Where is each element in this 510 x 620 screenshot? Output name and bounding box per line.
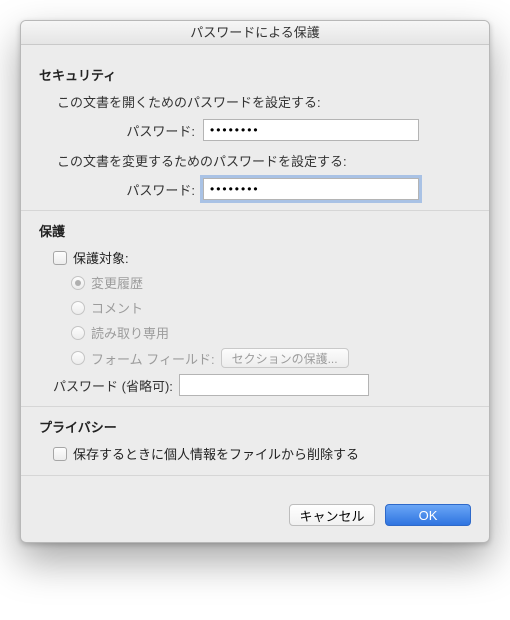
- modify-password-description: この文書を変更するためのパスワードを設定する:: [57, 151, 471, 170]
- modify-password-input[interactable]: [203, 178, 419, 200]
- dialog-content: セキュリティ この文書を開くためのパスワードを設定する: パスワード: この文書…: [21, 45, 489, 500]
- radio-readonly-label: 読み取り専用: [91, 323, 169, 342]
- radio-readonly-row: 読み取り専用: [71, 323, 471, 342]
- protect-target-checkbox[interactable]: [53, 251, 67, 265]
- divider: [21, 210, 489, 211]
- radio-comments-row: コメント: [71, 298, 471, 317]
- window-title: パスワードによる保護: [21, 21, 489, 45]
- radio-formfields-label: フォーム フィールド:: [91, 349, 215, 368]
- security-heading: セキュリティ: [39, 65, 471, 84]
- divider: [21, 406, 489, 407]
- radio-readonly: [71, 326, 85, 340]
- divider: [21, 475, 489, 476]
- radio-revisions-label: 変更履歴: [91, 273, 143, 292]
- remove-personal-row[interactable]: 保存するときに個人情報をファイルから削除する: [53, 444, 471, 463]
- open-password-input[interactable]: [203, 119, 419, 141]
- radio-revisions-row: 変更履歴: [71, 273, 471, 292]
- remove-personal-label: 保存するときに個人情報をファイルから削除する: [73, 444, 359, 463]
- dialog-window: パスワードによる保護 セキュリティ この文書を開くためのパスワードを設定する: …: [20, 20, 490, 543]
- open-password-label: パスワード:: [39, 121, 203, 140]
- open-password-row: パスワード:: [39, 119, 471, 141]
- radio-formfields-row: フォーム フィールド: セクションの保護...: [71, 348, 471, 368]
- optional-password-label: パスワード (省略可):: [53, 376, 179, 395]
- protect-target-label: 保護対象:: [73, 248, 129, 267]
- remove-personal-checkbox[interactable]: [53, 447, 67, 461]
- radio-revisions: [71, 276, 85, 290]
- ok-button[interactable]: OK: [385, 504, 471, 526]
- sections-protect-button: セクションの保護...: [221, 348, 349, 368]
- radio-comments: [71, 301, 85, 315]
- modify-password-label: パスワード:: [39, 180, 203, 199]
- cancel-button[interactable]: キャンセル: [289, 504, 375, 526]
- optional-password-input: [179, 374, 369, 396]
- modify-password-row: パスワード:: [39, 178, 471, 200]
- radio-formfields: [71, 351, 85, 365]
- radio-comments-label: コメント: [91, 298, 143, 317]
- dialog-buttons: キャンセル OK: [21, 500, 489, 542]
- protect-target-row[interactable]: 保護対象:: [53, 248, 471, 267]
- optional-password-row: パスワード (省略可):: [53, 374, 471, 396]
- open-password-description: この文書を開くためのパスワードを設定する:: [57, 92, 471, 111]
- protection-radio-group: 変更履歴 コメント 読み取り専用 フォーム フィールド: セクションの保護...: [71, 273, 471, 368]
- protection-heading: 保護: [39, 221, 471, 240]
- privacy-heading: プライバシー: [39, 417, 471, 436]
